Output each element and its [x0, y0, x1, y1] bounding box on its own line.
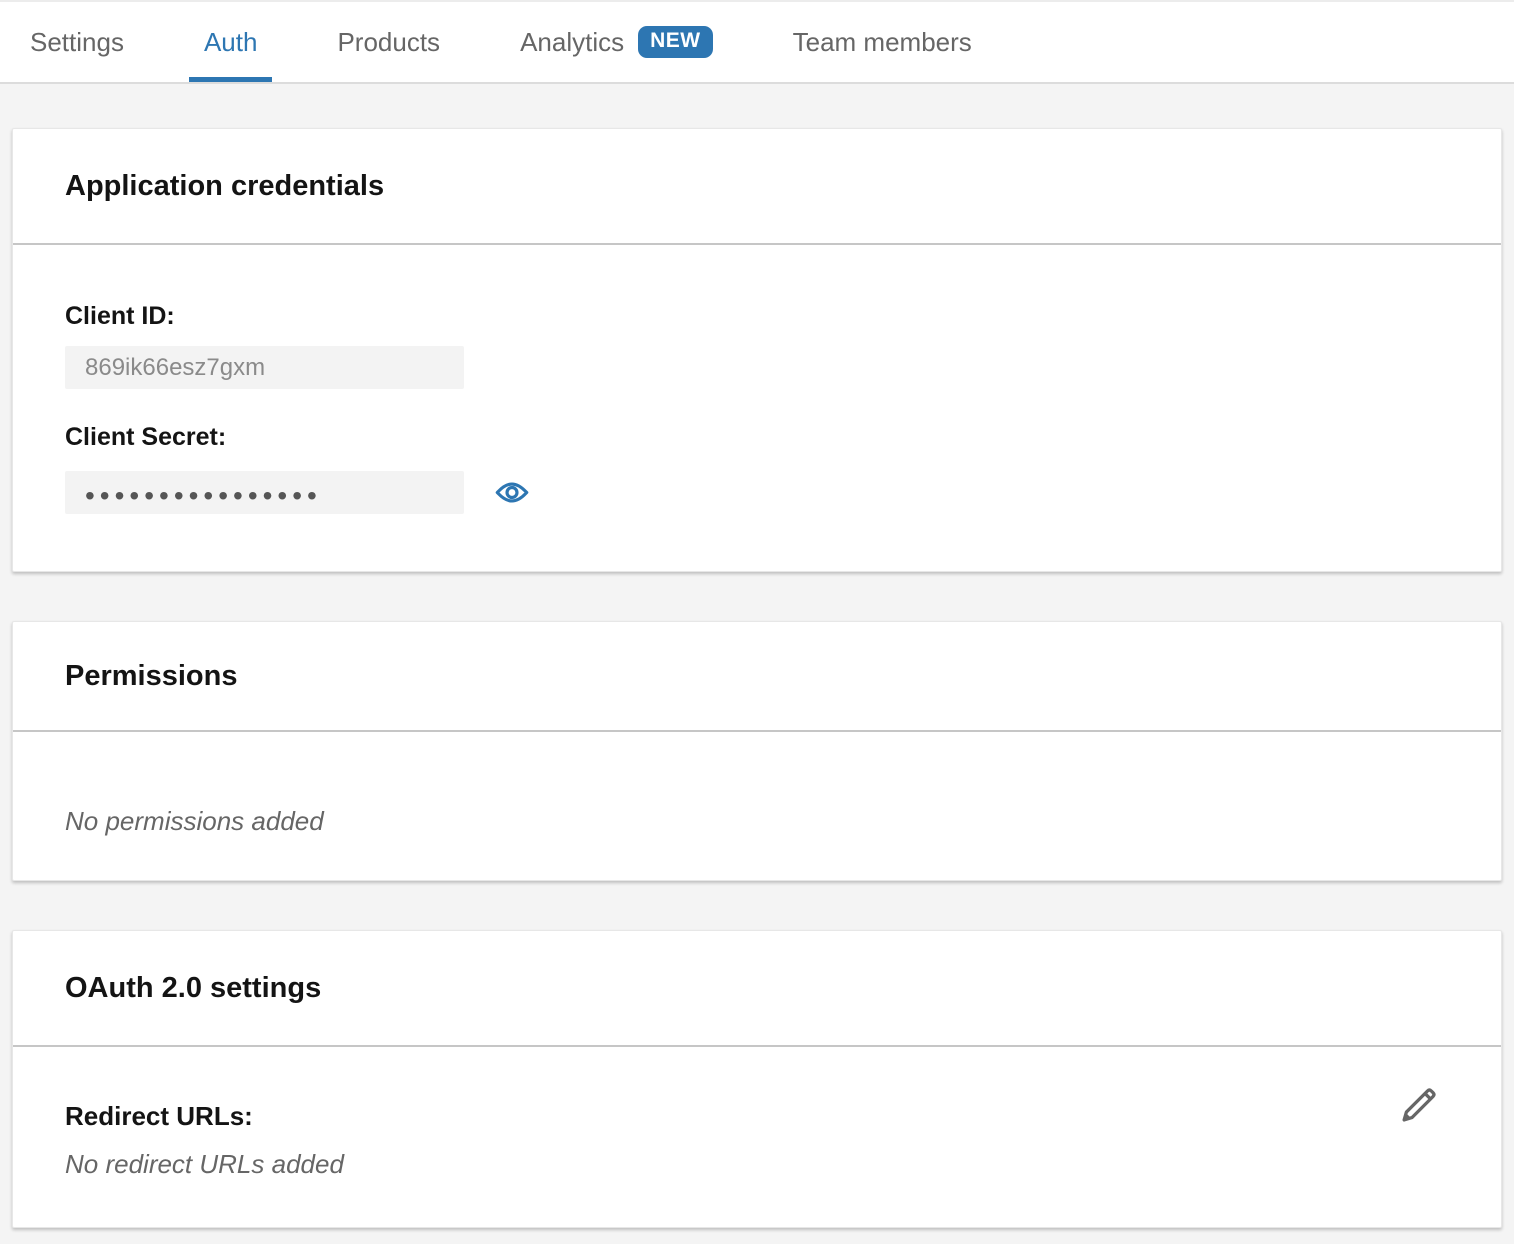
permissions-title: Permissions	[65, 660, 237, 693]
application-credentials-header: Application credentials	[13, 129, 1501, 245]
tab-products[interactable]: Products	[322, 2, 455, 82]
permissions-body: No permissions added	[13, 732, 1501, 880]
oauth-settings-header: OAuth 2.0 settings	[13, 931, 1501, 1047]
tab-auth-label: Auth	[204, 27, 258, 58]
tab-products-label: Products	[337, 27, 440, 58]
application-credentials-card: Application credentials Client ID: 869ik…	[12, 128, 1502, 572]
tab-settings-label: Settings	[30, 27, 124, 58]
eye-icon	[494, 477, 530, 508]
client-secret-value[interactable]: ••••••••••••••••	[65, 471, 464, 514]
new-badge: NEW	[638, 26, 713, 57]
oauth-settings-body: Redirect URLs: No redirect URLs added	[13, 1047, 1501, 1227]
pencil-icon	[1397, 1081, 1443, 1127]
client-id-label: Client ID:	[65, 301, 1449, 331]
tab-bar: Settings Auth Products Analytics NEW Tea…	[0, 0, 1514, 84]
permissions-header: Permissions	[13, 622, 1501, 732]
application-credentials-body: Client ID: 869ik66esz7gxm Client Secret:…	[13, 245, 1501, 571]
auth-tab-content: Application credentials Client ID: 869ik…	[0, 84, 1514, 1228]
client-id-value[interactable]: 869ik66esz7gxm	[65, 346, 464, 389]
oauth-settings-card: OAuth 2.0 settings Redirect URLs: No red…	[12, 930, 1502, 1228]
redirect-urls-label: Redirect URLs:	[65, 1101, 1449, 1132]
tab-team-members-label: Team members	[793, 27, 972, 58]
tab-settings[interactable]: Settings	[15, 2, 139, 82]
edit-redirect-urls-button[interactable]	[1397, 1081, 1443, 1127]
client-secret-row: ••••••••••••••••	[65, 471, 1449, 514]
tab-team-members[interactable]: Team members	[778, 2, 987, 82]
tab-analytics-label: Analytics	[520, 27, 624, 58]
client-secret-label: Client Secret:	[65, 422, 1449, 452]
permissions-empty-text: No permissions added	[65, 805, 1449, 837]
show-secret-button[interactable]	[494, 477, 530, 508]
tab-auth[interactable]: Auth	[189, 2, 273, 82]
redirect-urls-empty-text: No redirect URLs added	[65, 1148, 1449, 1180]
oauth-settings-title: OAuth 2.0 settings	[65, 972, 321, 1005]
tab-analytics[interactable]: Analytics NEW	[505, 2, 728, 82]
permissions-card: Permissions No permissions added	[12, 621, 1502, 881]
application-credentials-title: Application credentials	[65, 170, 384, 203]
